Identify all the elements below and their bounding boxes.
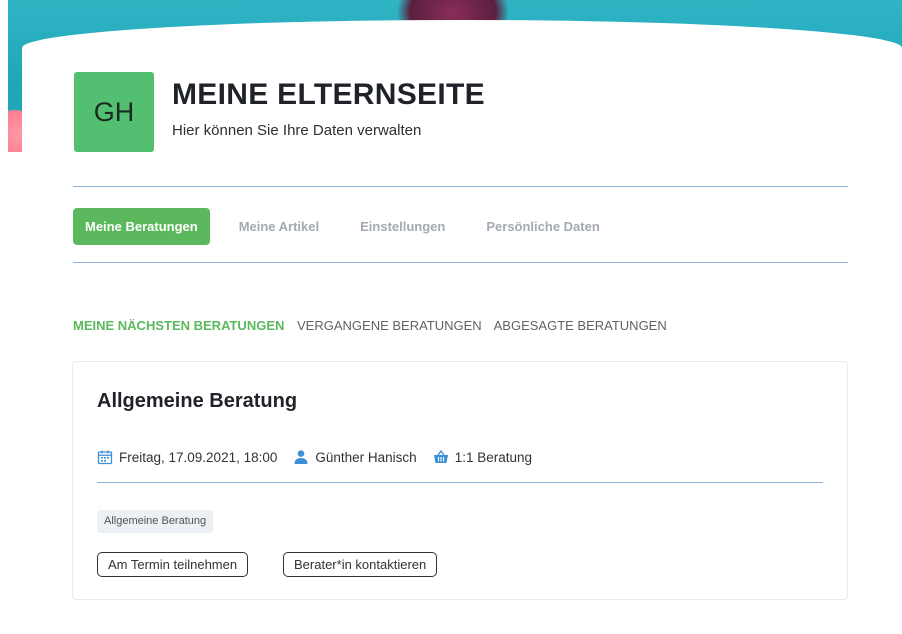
page-title: MEINE ELTERNSEITE: [172, 78, 485, 111]
join-appointment-button[interactable]: Am Termin teilnehmen: [97, 552, 249, 577]
header-divider: [73, 186, 848, 187]
appointment-tag: Allgemeine Beratung: [97, 510, 214, 533]
appointment-advisor: Günther Hanisch: [315, 449, 417, 465]
appointment-divider: [97, 482, 823, 483]
subtab-vergangene-beratungen[interactable]: VERGANGENE BERATUNGEN: [297, 318, 482, 333]
main-tabs: Meine Beratungen Meine Artikel Einstellu…: [73, 208, 629, 245]
appointment-title: Allgemeine Beratung: [97, 390, 298, 412]
tab-einstellungen[interactable]: Einstellungen: [348, 208, 457, 245]
avatar: GH: [74, 72, 154, 152]
tab-persoenliche-daten[interactable]: Persönliche Daten: [474, 208, 611, 245]
appointment-date: Freitag, 17.09.2021, 18:00: [119, 449, 278, 465]
tab-meine-beratungen[interactable]: Meine Beratungen: [73, 208, 210, 245]
tab-meine-artikel[interactable]: Meine Artikel: [227, 208, 331, 245]
basket-icon: [433, 449, 448, 463]
contact-advisor-button[interactable]: Berater*in kontaktieren: [283, 552, 438, 577]
subtab-naechste-beratungen[interactable]: MEINE NÄCHSTEN BERATUNGEN: [73, 318, 284, 333]
appointment-meta: Freitag, 17.09.2021, 18:00 Günther Hanis…: [97, 448, 532, 466]
tabs-divider: [73, 262, 848, 263]
calendar-icon: [97, 450, 113, 465]
person-icon: [294, 450, 308, 464]
consultation-subtabs: MEINE NÄCHSTEN BERATUNGEN VERGANGENE BER…: [73, 318, 676, 333]
page-subtitle: Hier können Sie Ihre Daten verwalten: [172, 122, 422, 139]
subtab-abgesagte-beratungen[interactable]: ABGESAGTE BERATUNGEN: [494, 318, 667, 333]
appointment-type: 1:1 Beratung: [454, 449, 532, 465]
